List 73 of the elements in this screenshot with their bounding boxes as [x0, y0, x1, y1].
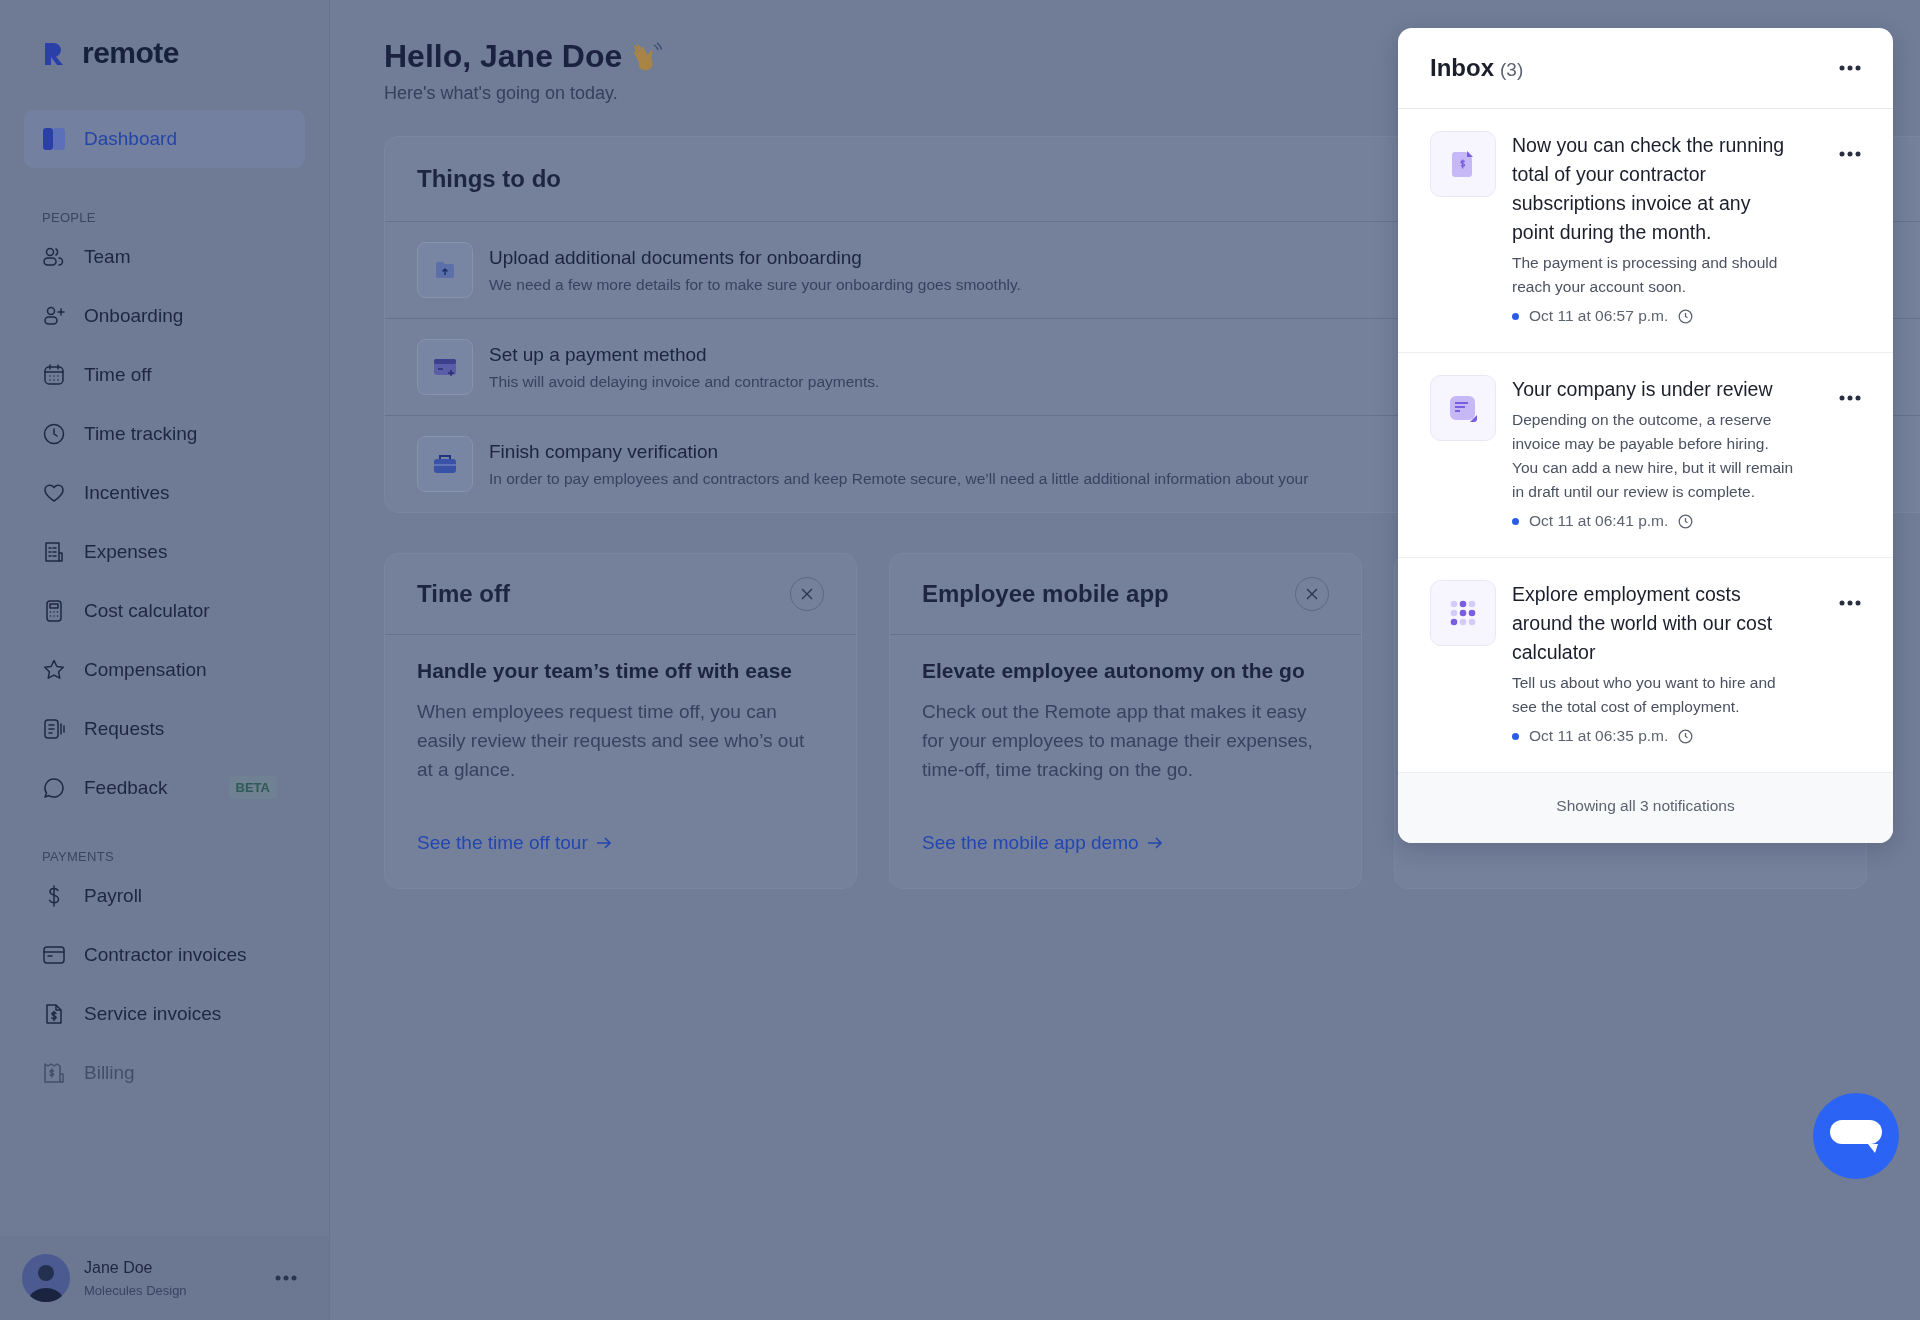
card-link[interactable]: See the time off tour	[417, 832, 612, 854]
close-icon	[1306, 588, 1318, 600]
calendar-icon	[42, 362, 66, 387]
nav-item[interactable]: Feedback BETA	[24, 758, 305, 817]
nav-item[interactable]: Cost calculator	[24, 581, 305, 640]
dashboard-icon	[42, 127, 66, 151]
notification[interactable]: Now you can check the running total of your contractor subscriptions invoice at any point during the month. The payment is processing and should reach your account soon. Oct 11 at 06:57 p.m.	[1398, 109, 1893, 353]
card-text: Check out the Remote app that makes it easy for your employees to manage their expenses, time-off, time tracking on the go.	[922, 700, 1314, 782]
card-heading: Elevate employee autonomy on the go	[922, 659, 1306, 683]
todo-title: Set up a payment method	[489, 343, 708, 366]
document-icon	[42, 716, 66, 741]
todo-description: In order to pay employees and contractors and keep Remote secure, we’ll need a little additional information about your	[489, 469, 1309, 488]
todo-title: Upload additional documents for onboarding	[489, 246, 863, 269]
notification-title: Now you can check the running total of your contractor subscriptions invoice at any point during the month.	[1512, 133, 1786, 245]
document-dollar-icon	[1430, 131, 1496, 197]
nav-item[interactable]: Team	[24, 227, 305, 286]
brand-name: remote	[82, 36, 180, 70]
nav-item[interactable]: Time off	[24, 345, 305, 404]
nav-item[interactable]: Service invoices	[24, 984, 305, 1043]
note-icon	[1430, 375, 1496, 441]
more-icon[interactable]	[1839, 151, 1861, 157]
speech-bubble-icon	[42, 775, 66, 800]
notification-text: Tell us about who you want to hire and see the total cost of employment.	[1512, 673, 1777, 717]
dots-grid-icon	[1430, 580, 1496, 646]
inbox-title: Inbox	[1430, 54, 1494, 82]
clock-icon	[1678, 308, 1694, 324]
nav-item[interactable]: Requests	[24, 699, 305, 758]
card-heading: Handle your team’s time off with ease	[417, 659, 793, 683]
clock-icon	[1678, 513, 1694, 529]
notification-time: Oct 11 at 06:57 p.m.	[1529, 307, 1669, 325]
notification[interactable]: Explore employment costs around the world with our cost calculator Tell us about who you want to hire and see the total cost of employment. Oct 11 at 06:35 p.m.	[1398, 558, 1893, 773]
greeting-title: Hello, Jane Doe	[384, 38, 623, 75]
nav-item[interactable]: Payroll	[24, 866, 305, 925]
more-icon[interactable]	[1839, 65, 1861, 71]
nav-item[interactable]: Contractor invoices	[24, 925, 305, 984]
receipt-dollar-icon	[42, 1060, 66, 1085]
todo-description: We need a few more details for to make sure your onboarding goes smoothly.	[489, 275, 1021, 294]
card-text: When employees request time off, you can easily review their requests and see who’s out at a glance.	[417, 700, 806, 782]
more-icon[interactable]	[1839, 395, 1861, 401]
beta-badge: BETA	[228, 776, 277, 799]
receipt-icon	[42, 539, 66, 564]
nav-item[interactable]: Compensation	[24, 640, 305, 699]
notification-time: Oct 11 at 06:35 p.m.	[1529, 727, 1669, 745]
nav-item[interactable]: Expenses	[24, 522, 305, 581]
notification-text: The payment is processing and should reach your account soon.	[1512, 253, 1779, 297]
clock-icon	[1678, 728, 1694, 744]
card-link[interactable]: See the mobile app demo	[922, 832, 1163, 854]
todo-title: Finish company verification	[489, 440, 720, 463]
star-icon	[42, 657, 66, 682]
greeting-subtitle: Here's what's going on today.	[384, 83, 619, 104]
more-icon[interactable]	[1839, 600, 1861, 606]
close-icon	[801, 588, 813, 600]
arrow-icon	[1146, 836, 1163, 850]
nav-item[interactable]: Dashboard	[24, 110, 305, 168]
nav-item[interactable]: Incentives	[24, 463, 305, 522]
inbox-footer: Showing all 3 notifications	[1398, 773, 1893, 843]
notification-text: Depending on the outcome, a reserve invoice may be payable before hiring. You can add a new hire, but it will remain in draft until our review is complete.	[1512, 410, 1794, 502]
clock-icon	[42, 421, 66, 446]
briefcase-icon	[417, 436, 473, 492]
card-title: Employee mobile app	[922, 580, 1169, 608]
notification-time: Oct 11 at 06:41 p.m.	[1529, 512, 1669, 530]
notification-title: Explore employment costs around the world with our cost calculator	[1512, 582, 1774, 665]
folder-upload-icon	[417, 242, 473, 298]
nav-item[interactable]: Onboarding	[24, 286, 305, 345]
notification-title: Your company is under review	[1512, 377, 1774, 402]
arrow-icon	[595, 836, 612, 850]
todo-description: This will avoid delaying invoice and contractor payments.	[489, 372, 880, 391]
nav-item[interactable]: Time tracking	[24, 404, 305, 463]
card-title: Time off	[417, 580, 510, 608]
avatar-icon	[22, 1254, 70, 1302]
user-name: Jane Doe	[84, 1258, 154, 1277]
inbox-count: (3)	[1500, 59, 1524, 81]
card-icon	[417, 339, 473, 395]
